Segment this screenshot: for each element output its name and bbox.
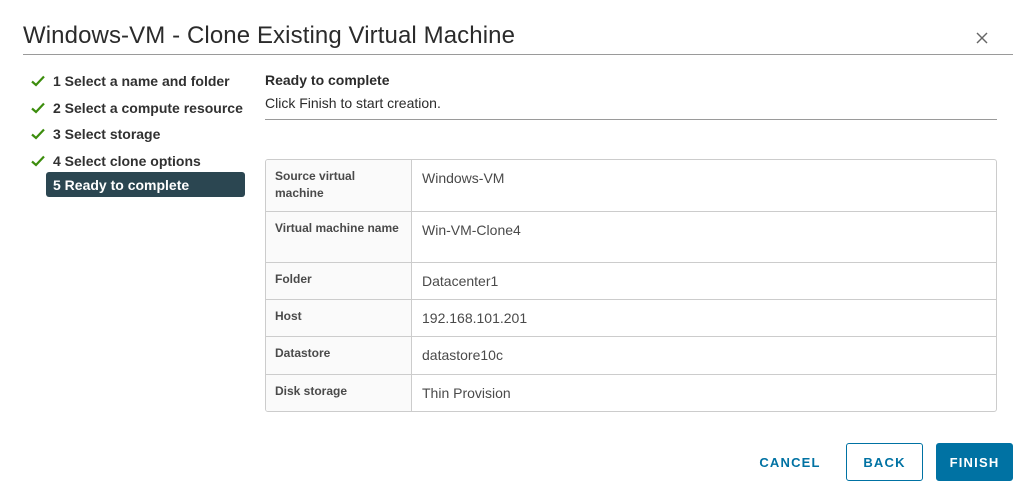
summary-table: Source virtual machine Windows-VM Virtua… — [265, 159, 997, 412]
content-divider — [265, 119, 997, 120]
step-select-name-folder[interactable]: 1 Select a name and folder — [28, 68, 248, 95]
row-value: Win-VM-Clone4 — [422, 222, 521, 238]
step-content: Ready to complete Click Finish to start … — [265, 72, 997, 120]
wizard-steps: 1 Select a name and folder 2 Select a co… — [28, 68, 248, 197]
table-row: Disk storage Thin Provision — [266, 374, 996, 411]
row-value: 192.168.101.201 — [422, 310, 528, 326]
step-label: 3 Select storage — [53, 126, 161, 143]
step-label: 1 Select a name and folder — [53, 73, 230, 90]
check-icon — [31, 75, 45, 87]
step-select-compute-resource[interactable]: 2 Select a compute resource — [28, 95, 248, 122]
close-icon[interactable] — [972, 28, 992, 48]
row-key: Host — [266, 300, 412, 336]
row-key: Disk storage — [266, 375, 412, 411]
content-subtext: Click Finish to start creation. — [265, 95, 441, 111]
row-value: Thin Provision — [422, 385, 511, 401]
back-button[interactable]: BACK — [846, 443, 923, 481]
check-icon — [31, 155, 45, 167]
step-select-storage[interactable]: 3 Select storage — [28, 121, 248, 148]
table-row: Datastore datastore10c — [266, 336, 996, 374]
content-heading: Ready to complete — [265, 72, 390, 88]
step-label: 5 Ready to complete — [53, 176, 190, 193]
table-row: Source virtual machine Windows-VM — [266, 160, 996, 211]
title-divider — [23, 54, 1013, 55]
check-icon — [31, 128, 45, 140]
table-row: Folder Datacenter1 — [266, 262, 996, 299]
table-row: Host 192.168.101.201 — [266, 299, 996, 336]
dialog-title: Windows-VM - Clone Existing Virtual Mach… — [23, 22, 516, 49]
step-ready-to-complete[interactable]: 5 Ready to complete — [46, 172, 245, 197]
row-key: Virtual machine name — [266, 212, 412, 262]
table-row: Virtual machine name Win-VM-Clone4 — [266, 211, 996, 262]
row-value: datastore10c — [422, 347, 503, 363]
row-value: Windows-VM — [422, 170, 505, 186]
row-key: Source virtual machine — [266, 160, 412, 211]
finish-button[interactable]: FINISH — [936, 443, 1013, 481]
row-value: Datacenter1 — [422, 273, 499, 289]
row-key: Folder — [266, 263, 412, 299]
step-select-clone-options[interactable]: 4 Select clone options — [28, 148, 248, 175]
clone-vm-dialog: Windows-VM - Clone Existing Virtual Mach… — [0, 0, 1036, 504]
row-key: Datastore — [266, 337, 412, 374]
step-label: 4 Select clone options — [53, 152, 201, 169]
check-icon — [31, 102, 45, 114]
step-label: 2 Select a compute resource — [53, 99, 243, 116]
cancel-button[interactable]: CANCEL — [751, 443, 829, 481]
